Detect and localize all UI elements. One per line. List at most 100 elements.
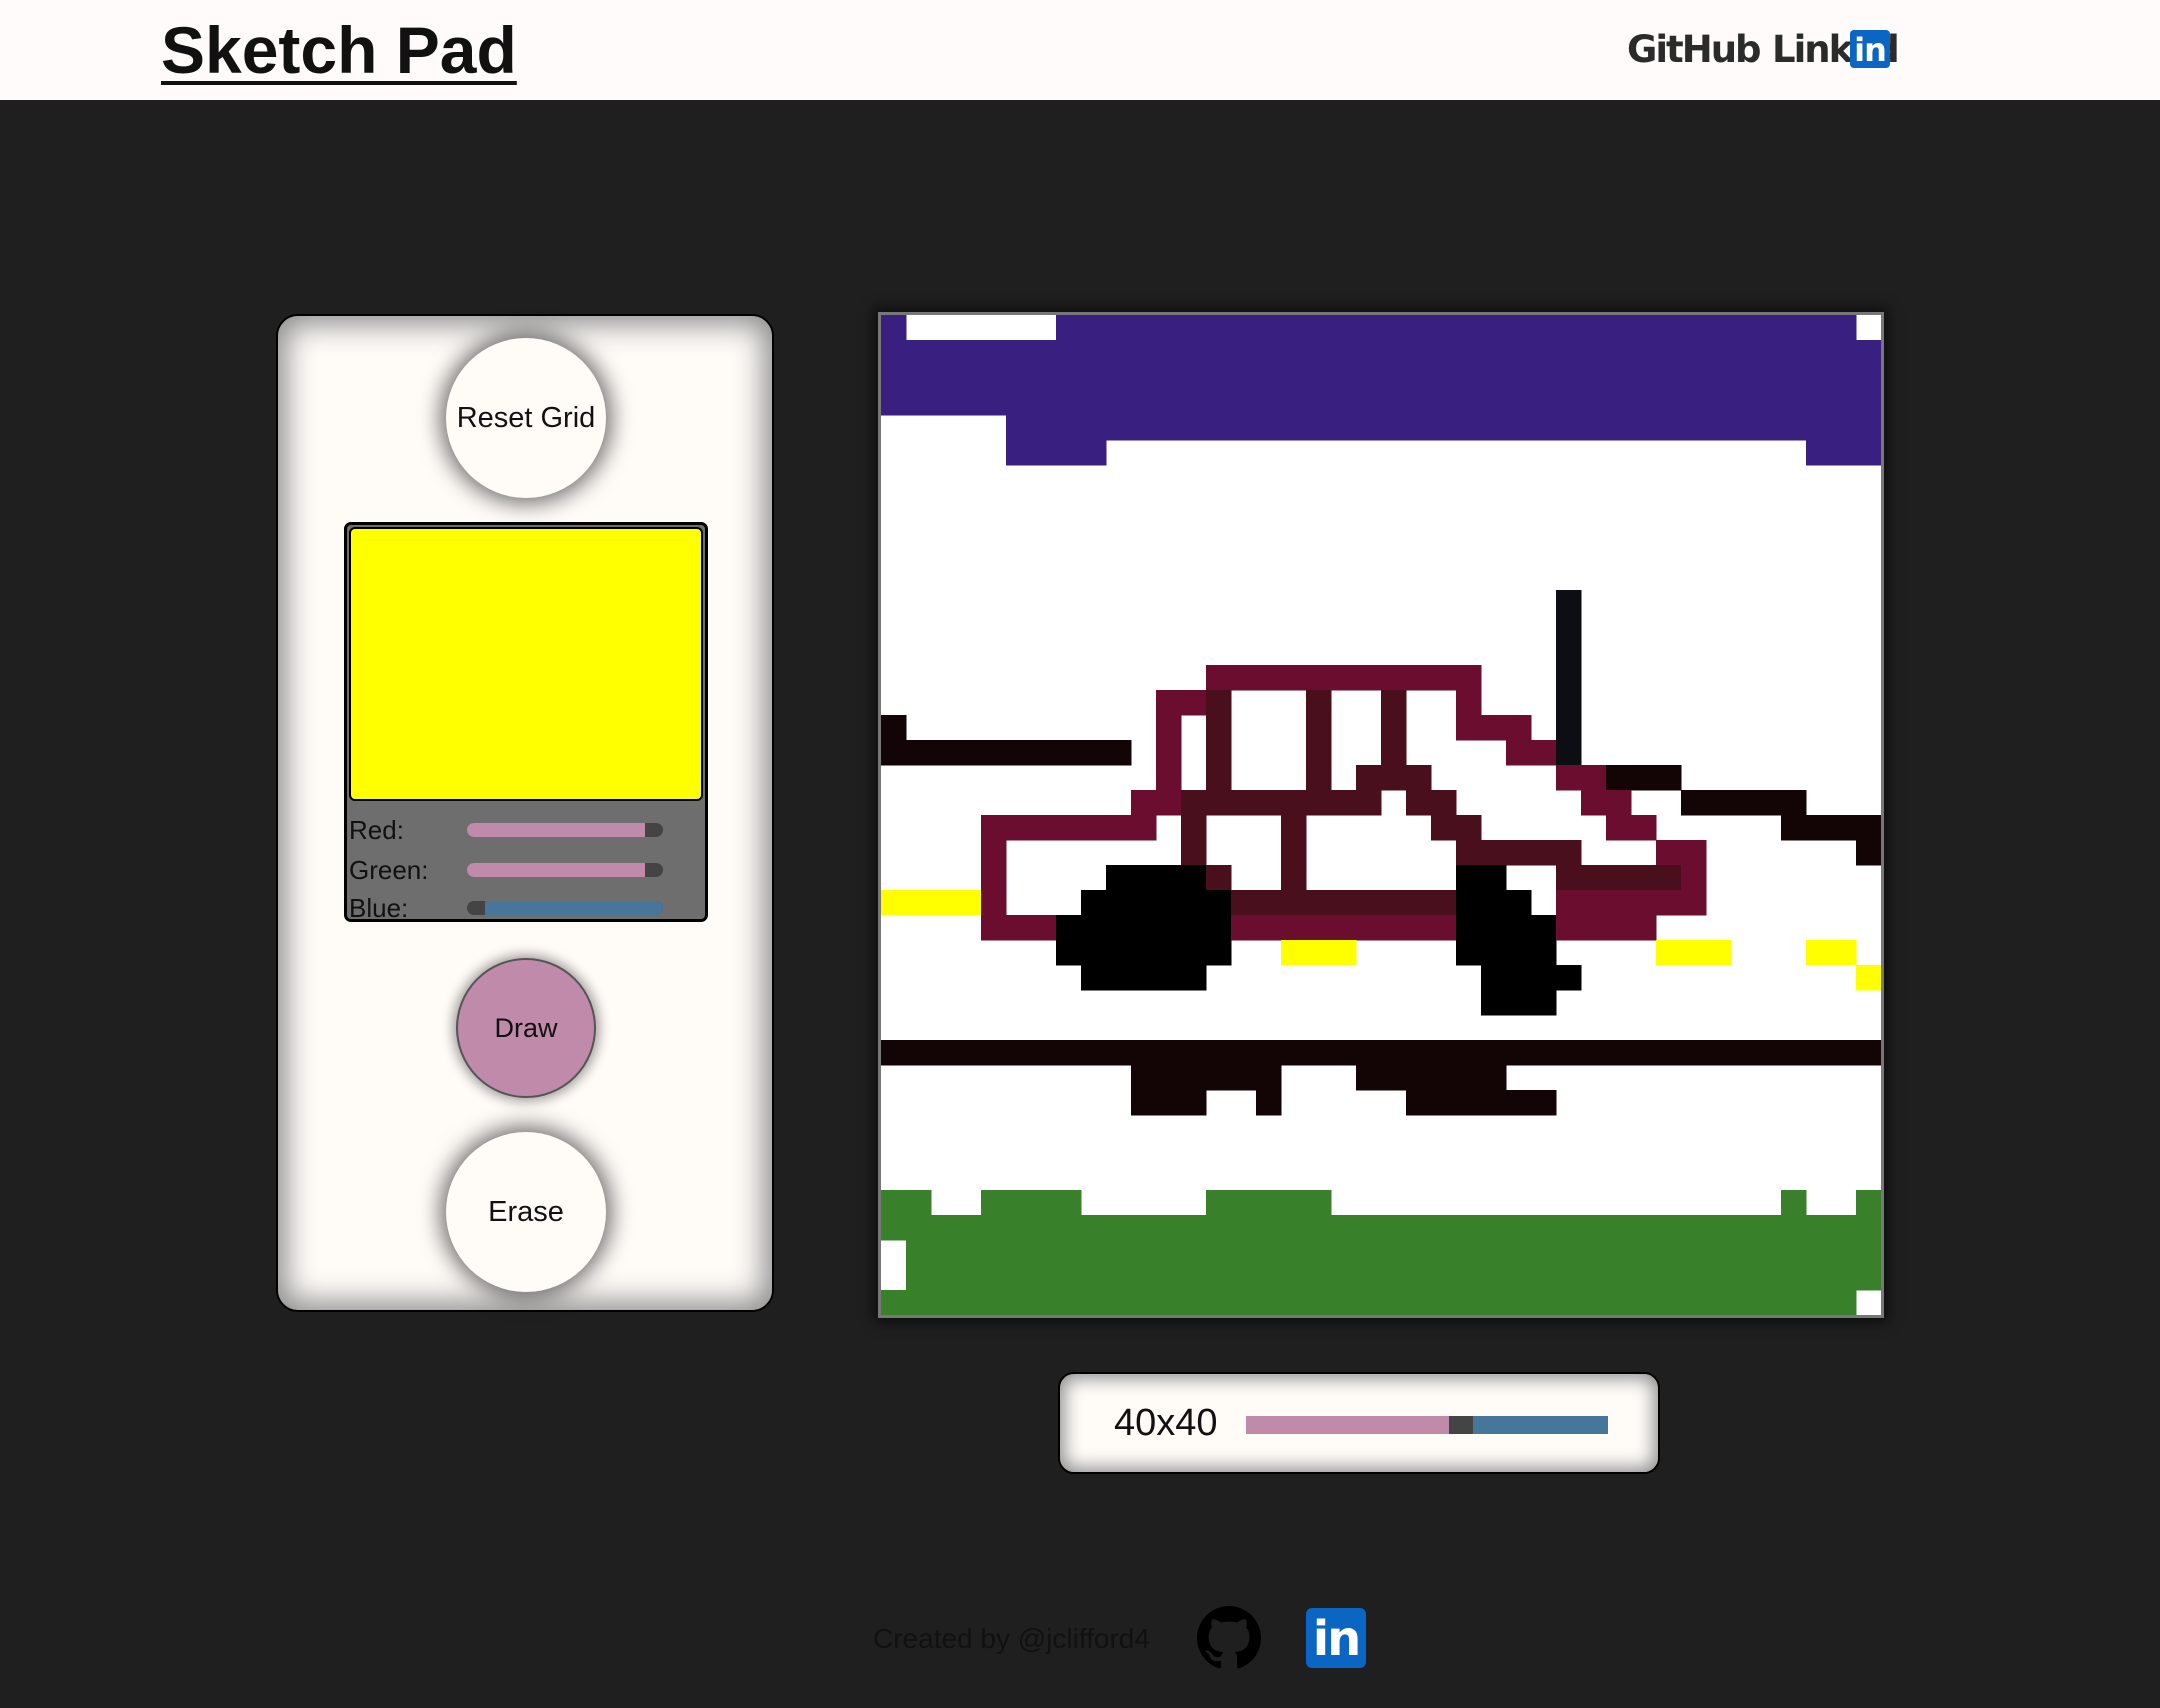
grid-cell[interactable]	[1006, 365, 1032, 391]
grid-cell[interactable]	[1131, 1065, 1157, 1091]
grid-cell[interactable]	[1256, 390, 1282, 416]
grid-cell[interactable]	[1306, 765, 1332, 791]
grid-cell[interactable]	[1481, 1265, 1507, 1291]
grid-cell[interactable]	[1406, 890, 1432, 916]
grid-cell[interactable]	[1681, 940, 1707, 966]
grid-cell[interactable]	[1631, 315, 1657, 341]
grid-cell[interactable]	[1756, 365, 1782, 391]
grid-cell[interactable]	[906, 390, 932, 416]
grid-cell[interactable]	[1306, 690, 1332, 716]
grid-cell[interactable]	[1281, 340, 1307, 366]
grid-cell[interactable]	[1081, 365, 1107, 391]
grid-cell[interactable]	[1131, 415, 1157, 441]
grid-cell[interactable]	[1681, 365, 1707, 391]
grid-cell[interactable]	[1306, 890, 1332, 916]
grid-cell[interactable]	[1106, 365, 1132, 391]
grid-cell[interactable]	[1306, 1290, 1332, 1315]
grid-cell[interactable]	[1806, 440, 1832, 466]
grid-cell[interactable]	[1731, 340, 1757, 366]
grid-cell[interactable]	[881, 390, 907, 416]
grid-cell[interactable]	[931, 740, 957, 766]
grid-cell[interactable]	[1156, 715, 1182, 741]
grid-cell[interactable]	[1506, 1215, 1532, 1241]
grid-cell[interactable]	[1131, 365, 1157, 391]
grid-cell[interactable]	[1531, 1265, 1557, 1291]
grid-cell[interactable]	[1806, 1240, 1832, 1266]
github-link[interactable]: GitHub	[1627, 28, 1762, 72]
grid-cell[interactable]	[881, 340, 907, 366]
grid-cell[interactable]	[1606, 390, 1632, 416]
grid-cell[interactable]	[1281, 365, 1307, 391]
grid-cell[interactable]	[1556, 365, 1582, 391]
grid-cell[interactable]	[1156, 890, 1182, 916]
grid-cell[interactable]	[1706, 340, 1732, 366]
grid-cell[interactable]	[1356, 1215, 1382, 1241]
grid-cell[interactable]	[1456, 890, 1482, 916]
grid-cell[interactable]	[1081, 1290, 1107, 1315]
grid-cell[interactable]	[1456, 1290, 1482, 1315]
grid-cell[interactable]	[1831, 1290, 1857, 1315]
grid-cell[interactable]	[1781, 1190, 1807, 1216]
grid-cell[interactable]	[1831, 940, 1857, 966]
grid-cell[interactable]	[1281, 1040, 1307, 1066]
grid-cell[interactable]	[1431, 665, 1457, 691]
grid-cell[interactable]	[1381, 1215, 1407, 1241]
grid-cell[interactable]	[1081, 915, 1107, 941]
grid-cell[interactable]	[1456, 940, 1482, 966]
grid-cell[interactable]	[1706, 940, 1732, 966]
grid-cell[interactable]	[1756, 390, 1782, 416]
grid-cell[interactable]	[1256, 915, 1282, 941]
grid-cell[interactable]	[1731, 1040, 1757, 1066]
erase-button[interactable]: Erase	[446, 1132, 606, 1292]
grid-cell[interactable]	[1606, 915, 1632, 941]
grid-cell[interactable]	[1306, 390, 1332, 416]
grid-cell[interactable]	[1206, 665, 1232, 691]
grid-cell[interactable]	[1256, 340, 1282, 366]
grid-cell[interactable]	[1856, 415, 1881, 441]
grid-cell[interactable]	[881, 365, 907, 391]
grid-cell[interactable]	[931, 1265, 957, 1291]
grid-cell[interactable]	[1356, 1265, 1382, 1291]
grid-cell[interactable]	[1306, 740, 1332, 766]
grid-cell[interactable]	[1656, 865, 1682, 891]
grid-cell[interactable]	[1106, 965, 1132, 991]
grid-cell[interactable]	[1281, 865, 1307, 891]
grid-cell[interactable]	[1806, 1265, 1832, 1291]
grid-cell[interactable]	[1131, 1240, 1157, 1266]
grid-cell[interactable]	[1031, 1190, 1057, 1216]
grid-cell[interactable]	[1156, 1215, 1182, 1241]
grid-cell[interactable]	[1256, 365, 1282, 391]
grid-cell[interactable]	[1356, 665, 1382, 691]
grid-cell[interactable]	[1606, 1265, 1632, 1291]
grid-cell[interactable]	[1681, 340, 1707, 366]
grid-cell[interactable]	[1181, 315, 1207, 341]
grid-cell[interactable]	[1281, 790, 1307, 816]
grid-cell[interactable]	[1381, 890, 1407, 916]
grid-cell[interactable]	[956, 340, 982, 366]
grid-cell[interactable]	[1456, 390, 1482, 416]
grid-cell[interactable]	[1656, 340, 1682, 366]
grid-cell[interactable]	[1706, 790, 1732, 816]
grid-cell[interactable]	[1331, 890, 1357, 916]
grid-cell[interactable]	[1431, 1265, 1457, 1291]
grid-cell[interactable]	[1206, 1265, 1232, 1291]
grid-cell[interactable]	[1456, 1090, 1482, 1116]
grid-cell[interactable]	[1156, 740, 1182, 766]
grid-cell[interactable]	[1106, 890, 1132, 916]
grid-cell[interactable]	[1556, 740, 1582, 766]
grid-cell[interactable]	[1806, 815, 1832, 841]
grid-cell[interactable]	[1556, 1040, 1582, 1066]
grid-cell[interactable]	[1781, 790, 1807, 816]
grid-cell[interactable]	[1031, 390, 1057, 416]
grid-cell[interactable]	[1056, 1190, 1082, 1216]
grid-cell[interactable]	[1481, 390, 1507, 416]
grid-cell[interactable]	[1406, 365, 1432, 391]
grid-cell[interactable]	[1606, 765, 1632, 791]
grid-cell[interactable]	[1681, 1215, 1707, 1241]
grid-cell[interactable]	[1306, 665, 1332, 691]
grid-cell[interactable]	[1656, 415, 1682, 441]
grid-cell[interactable]	[1056, 940, 1082, 966]
grid-cell[interactable]	[1381, 415, 1407, 441]
grid-cell[interactable]	[1281, 840, 1307, 866]
grid-cell[interactable]	[1581, 365, 1607, 391]
